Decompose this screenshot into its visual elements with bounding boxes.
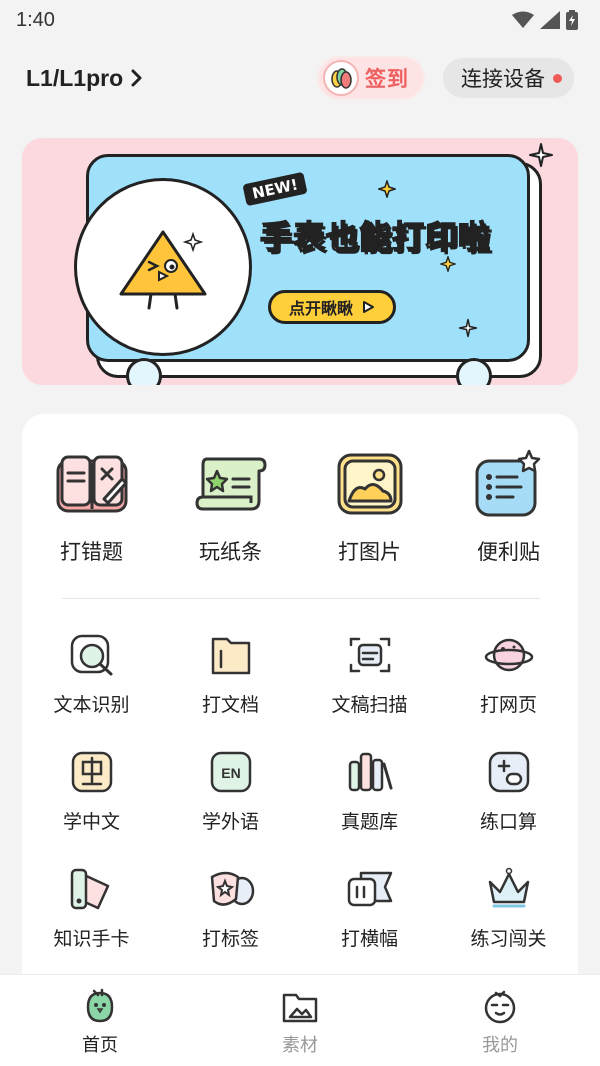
banner-headline: 手表也能打印啦 xyxy=(259,217,492,257)
picture-icon xyxy=(332,446,408,522)
nav-label: 首页 xyxy=(82,1035,118,1056)
checkin-label: 签到 xyxy=(365,67,409,91)
connect-device-button[interactable]: 连接设备 xyxy=(443,58,574,98)
tool-scan-document[interactable]: 文稿扫描 xyxy=(300,630,439,717)
feature-sticky-notes[interactable]: 便利贴 xyxy=(439,446,578,566)
tool-practice-challenge[interactable]: 练习闯关 xyxy=(439,864,578,951)
nav-home[interactable]: 首页 xyxy=(30,987,170,1057)
feature-paper-strips[interactable]: 玩纸条 xyxy=(161,446,300,566)
tool-grid: 文本识别 打文档 文稿扫描 打网页 学中文 EN 学外语 真题库 练口算 知识手… xyxy=(22,630,578,951)
feature-label: 打图片 xyxy=(338,540,401,564)
tool-label: 学中文 xyxy=(62,811,120,833)
feature-label: 便利贴 xyxy=(477,540,540,564)
tool-text-recognition[interactable]: 文本识别 xyxy=(22,630,161,717)
status-time: 1:40 xyxy=(16,8,55,31)
sparkle-icon xyxy=(458,318,478,338)
tool-label: 练口算 xyxy=(479,811,537,833)
feature-wrong-questions[interactable]: 打错题 xyxy=(22,446,161,566)
connection-status-dot xyxy=(553,73,562,83)
nav-profile[interactable]: 我的 xyxy=(430,987,570,1057)
tool-label: 打网页 xyxy=(479,694,537,716)
tool-mental-math[interactable]: 练口算 xyxy=(439,747,578,834)
crown-challenge-icon xyxy=(484,864,534,914)
play-icon xyxy=(363,301,374,313)
tool-print-document[interactable]: 打文档 xyxy=(161,630,300,717)
chevron-right-icon xyxy=(131,69,142,87)
books-library-icon xyxy=(345,747,395,797)
promo-banner[interactable]: NEW! 手表也能打印啦 点开瞅瞅 xyxy=(22,138,578,385)
header: L1/L1pro 签到 连接设备 xyxy=(0,48,600,108)
primary-feature-grid: 打错题 玩纸条 打图片 便利贴 xyxy=(22,446,578,566)
scan-document-icon xyxy=(345,630,395,680)
text-recognition-icon xyxy=(67,630,117,680)
mascot-circle xyxy=(74,178,252,356)
bottom-navigation: 首页 素材 我的 xyxy=(0,974,600,1066)
english-en-icon: EN xyxy=(206,747,256,797)
feature-label: 打错题 xyxy=(60,540,123,564)
banner-cta-label: 点开瞅瞅 xyxy=(288,299,353,318)
home-bird-icon xyxy=(86,988,114,1023)
signal-icon xyxy=(540,11,560,29)
status-bar: 1:40 xyxy=(0,0,600,40)
tool-label: 打标签 xyxy=(201,928,259,950)
profile-bird-icon xyxy=(484,990,516,1024)
tool-print-webpage[interactable]: 打网页 xyxy=(439,630,578,717)
feature-card: 打错题 玩纸条 打图片 便利贴 文本识别 打文档 文稿扫描 打网页 学中文 EN… xyxy=(22,414,578,1014)
tool-learn-foreign-language[interactable]: EN 学外语 xyxy=(161,747,300,834)
banner-cta-button[interactable]: 点开瞅瞅 xyxy=(268,290,396,324)
tool-label: 练习闯关 xyxy=(470,928,547,950)
star-icon xyxy=(378,180,396,198)
svg-text:EN: EN xyxy=(221,765,240,781)
status-icons xyxy=(512,10,578,30)
chinese-character-icon xyxy=(67,747,117,797)
tool-label: 打横幅 xyxy=(340,928,398,950)
sticky-note-icon xyxy=(471,446,547,522)
tool-knowledge-cards[interactable]: 知识手卡 xyxy=(22,864,161,951)
battery-icon xyxy=(566,10,578,30)
device-title: L1/L1pro xyxy=(26,64,124,91)
tool-label: 文本识别 xyxy=(53,694,130,716)
wrong-question-book-icon xyxy=(54,446,130,522)
sparkle-icon xyxy=(529,143,553,167)
tool-label: 学外语 xyxy=(201,811,259,833)
wifi-icon xyxy=(512,11,534,28)
tool-label: 真题库 xyxy=(340,811,398,833)
tool-print-label[interactable]: 打标签 xyxy=(161,864,300,951)
checkin-badge-icon xyxy=(323,60,359,96)
label-tag-icon xyxy=(206,864,256,914)
feature-print-picture[interactable]: 打图片 xyxy=(300,446,439,566)
tool-learn-chinese[interactable]: 学中文 xyxy=(22,747,161,834)
tool-label: 文稿扫描 xyxy=(331,694,408,716)
tool-label: 知识手卡 xyxy=(53,928,130,950)
flash-cards-icon xyxy=(67,864,117,914)
star-icon xyxy=(440,256,456,272)
feature-label: 玩纸条 xyxy=(199,540,262,564)
device-selector[interactable]: L1/L1pro xyxy=(26,65,143,92)
nav-label: 素材 xyxy=(282,1035,318,1056)
header-actions: 签到 连接设备 xyxy=(319,58,574,98)
nav-label: 我的 xyxy=(482,1035,518,1056)
section-divider xyxy=(62,598,540,599)
connect-label: 连接设备 xyxy=(461,67,545,91)
materials-image-icon xyxy=(282,993,318,1023)
nav-materials[interactable]: 素材 xyxy=(230,987,370,1057)
checkin-button[interactable]: 签到 xyxy=(319,58,423,98)
tool-print-banner[interactable]: 打横幅 xyxy=(300,864,439,951)
triangle-mascot-icon xyxy=(119,230,207,310)
tool-label: 打文档 xyxy=(201,694,259,716)
document-folder-icon xyxy=(206,630,256,680)
calculator-icon xyxy=(484,747,534,797)
planet-web-icon xyxy=(484,630,534,680)
tool-question-bank[interactable]: 真题库 xyxy=(300,747,439,834)
paper-scroll-icon xyxy=(193,446,269,522)
banner-ticket-icon xyxy=(345,864,395,914)
